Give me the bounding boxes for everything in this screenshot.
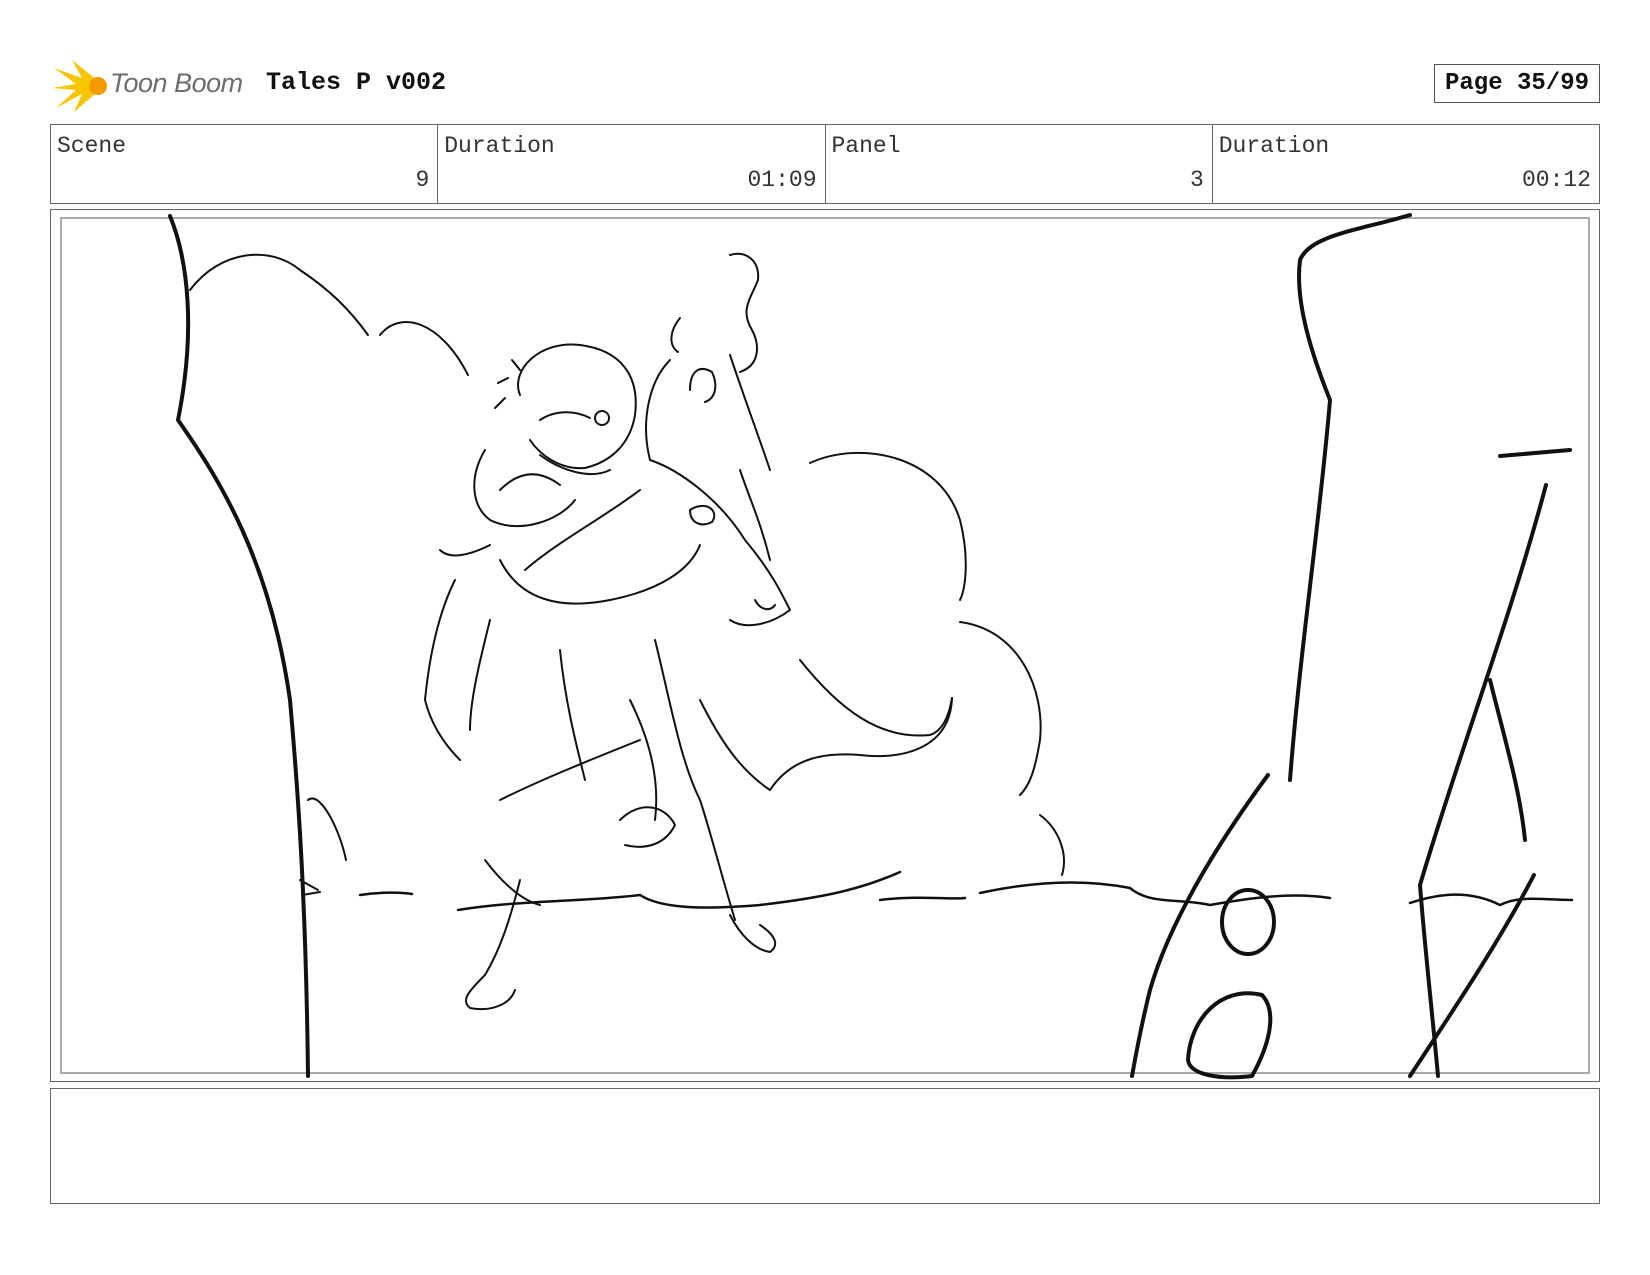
ground-line-sketch (358, 870, 1574, 912)
left-tree-sketch (168, 214, 469, 1078)
horse-rider-sketch (424, 252, 791, 1010)
right-tree-sketch (1130, 213, 1572, 1080)
dust-cloud-sketch (769, 451, 1065, 876)
storyboard-sketch (168, 213, 1574, 1080)
panel-notes-box[interactable] (50, 1088, 1600, 1204)
